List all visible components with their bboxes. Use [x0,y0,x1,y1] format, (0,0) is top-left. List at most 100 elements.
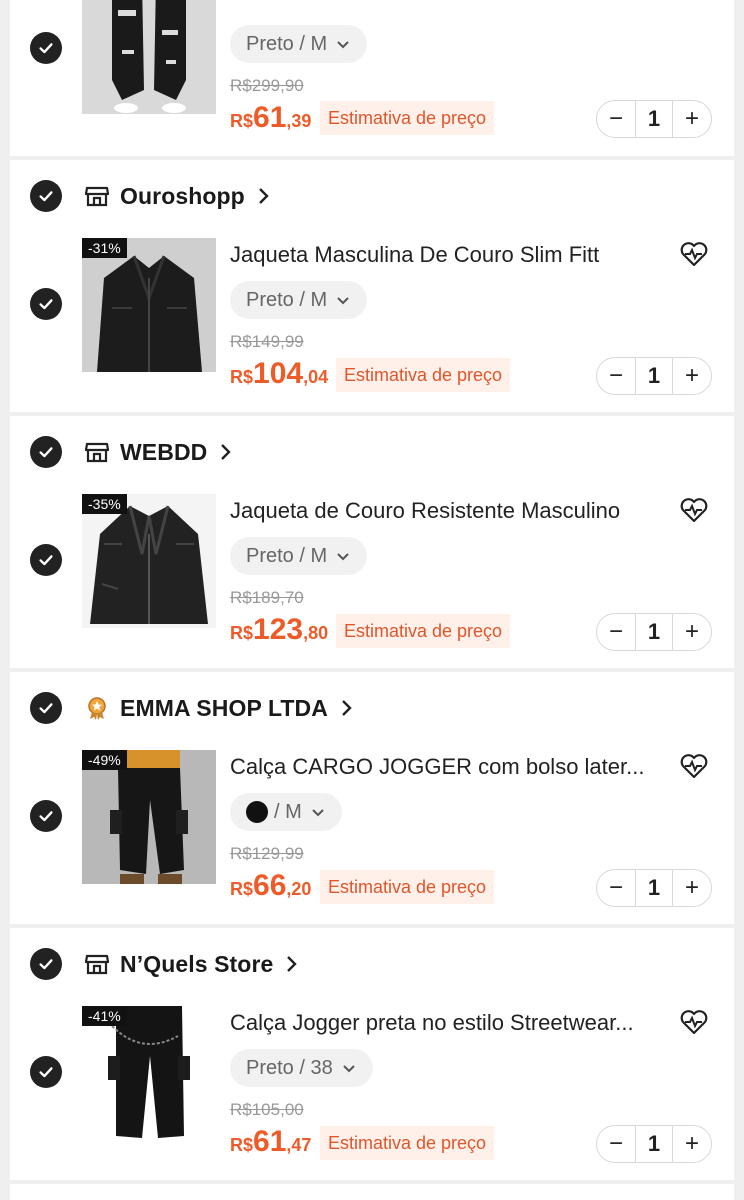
select-store-checkbox[interactable] [30,436,62,468]
select-item-checkbox[interactable] [30,544,62,576]
increase-quantity-button[interactable]: + [673,869,711,907]
current-price: R$61,47 [230,1125,312,1158]
original-price: R$149,99 [230,332,304,351]
decrease-quantity-button[interactable]: − [597,100,635,138]
increase-quantity-button[interactable]: + [673,357,711,395]
store-header[interactable]: Ouroshopp [84,176,271,216]
variant-selector[interactable]: Preto / M [230,537,368,575]
decrease-quantity-button[interactable]: − [597,869,635,907]
increase-quantity-button[interactable]: + [673,613,711,651]
variant-selector[interactable]: Preto / 38 [230,1049,373,1087]
product-title[interactable]: Calça Jogger preta no estilo Streetwear.… [230,1010,670,1036]
variant-label: Preto / M [246,544,328,567]
variant-selector[interactable]: / M [230,793,342,831]
cart-item-card: Preto / M R$299,90 R$61,39 Estimativa de… [10,0,734,156]
wishlist-heart-icon[interactable] [678,750,710,782]
store-group-card: EMMA SHOP LTDA -49% Calça CARGO JOGGER c… [10,672,734,924]
chevron-right-icon [257,186,271,206]
quantity-value[interactable]: 1 [635,1125,673,1163]
product-title[interactable]: Calça CARGO JOGGER com bolso later... [230,754,670,780]
product-title[interactable]: Jaqueta Masculina De Couro Slim Fitt [230,242,670,268]
variant-label: Preto / M [246,288,328,311]
chevron-down-icon [335,292,351,308]
quantity-stepper: − 1 + [596,1125,712,1163]
store-name: N’Quels Store [120,950,274,977]
select-store-checkbox[interactable] [30,948,62,980]
select-item-checkbox[interactable] [30,800,62,832]
wishlist-heart-icon[interactable] [678,238,710,270]
store-group-card: Ouroshopp -31% Jaqueta Masculina De Cour… [10,160,734,412]
medal-icon [84,695,110,721]
discount-badge: -31% [82,238,127,258]
store-icon [84,183,110,209]
select-item-checkbox[interactable] [30,288,62,320]
check-icon [39,959,53,970]
variant-label: Preto / M [246,32,328,55]
chevron-down-icon [335,36,351,52]
chevron-right-icon [219,442,233,462]
wishlist-heart-icon[interactable] [678,494,710,526]
quantity-stepper: − 1 + [596,869,712,907]
select-item-checkbox[interactable] [30,1056,62,1088]
store-name: EMMA SHOP LTDA [120,694,328,721]
store-group-card: N’Quels Store -41% Calça Jogger preta no… [10,928,734,1180]
product-image[interactable]: -35% [82,494,216,628]
chevron-down-icon [310,804,326,820]
quantity-value[interactable]: 1 [635,100,673,138]
check-icon [39,703,53,714]
store-group-card: WEBDD -35% Jaqueta de Couro Resistente M… [10,416,734,668]
chevron-right-icon [340,698,354,718]
check-icon [39,191,53,202]
price-estimate-tag: Estimativa de preço [336,614,511,648]
original-price: R$129,99 [230,844,304,863]
increase-quantity-button[interactable]: + [673,1125,711,1163]
store-group-card [10,1184,734,1200]
product-image[interactable]: -31% [82,238,216,372]
check-icon [39,555,53,566]
price-estimate-tag: Estimativa de preço [320,101,495,135]
wishlist-heart-icon[interactable] [678,1006,710,1038]
current-price: R$123,80 [230,613,329,646]
product-image[interactable]: -49% [82,750,216,884]
price-estimate-tag: Estimativa de preço [320,1126,495,1160]
quantity-value[interactable]: 1 [635,869,673,907]
decrease-quantity-button[interactable]: − [597,1125,635,1163]
decrease-quantity-button[interactable]: − [597,357,635,395]
store-header[interactable]: EMMA SHOP LTDA [84,688,354,728]
store-name: Ouroshopp [120,182,245,209]
product-image[interactable]: -41% [82,1006,216,1140]
price-estimate-tag: Estimativa de preço [320,870,495,904]
current-price: R$61,39 [230,101,312,134]
original-price: R$299,90 [230,76,304,95]
variant-selector[interactable]: Preto / M [230,281,368,319]
chevron-right-icon [285,954,299,974]
select-store-checkbox[interactable] [30,692,62,724]
select-store-checkbox[interactable] [30,180,62,212]
quantity-stepper: − 1 + [596,613,712,651]
current-price: R$66,20 [230,869,312,902]
product-title[interactable]: Jaqueta de Couro Resistente Masculino [230,498,670,524]
color-swatch [246,801,268,823]
discount-badge: -35% [82,494,127,514]
quantity-value[interactable]: 1 [635,613,673,651]
quantity-stepper: − 1 + [596,357,712,395]
variant-label: Preto / 38 [246,1056,333,1079]
store-header[interactable]: WEBDD [84,432,233,472]
variant-selector[interactable]: Preto / M [230,25,368,63]
product-image[interactable] [82,0,216,114]
check-icon [39,299,53,310]
check-icon [39,43,53,54]
increase-quantity-button[interactable]: + [673,100,711,138]
store-header[interactable]: N’Quels Store [84,944,299,984]
store-icon [84,439,110,465]
quantity-value[interactable]: 1 [635,357,673,395]
decrease-quantity-button[interactable]: − [597,613,635,651]
chevron-down-icon [341,1060,357,1076]
discount-badge: -41% [82,1006,127,1026]
store-name: WEBDD [120,438,208,465]
quantity-stepper: − 1 + [596,100,712,138]
check-icon [39,447,53,458]
original-price: R$189,70 [230,588,304,607]
check-icon [39,811,53,822]
select-item-checkbox[interactable] [30,32,62,64]
